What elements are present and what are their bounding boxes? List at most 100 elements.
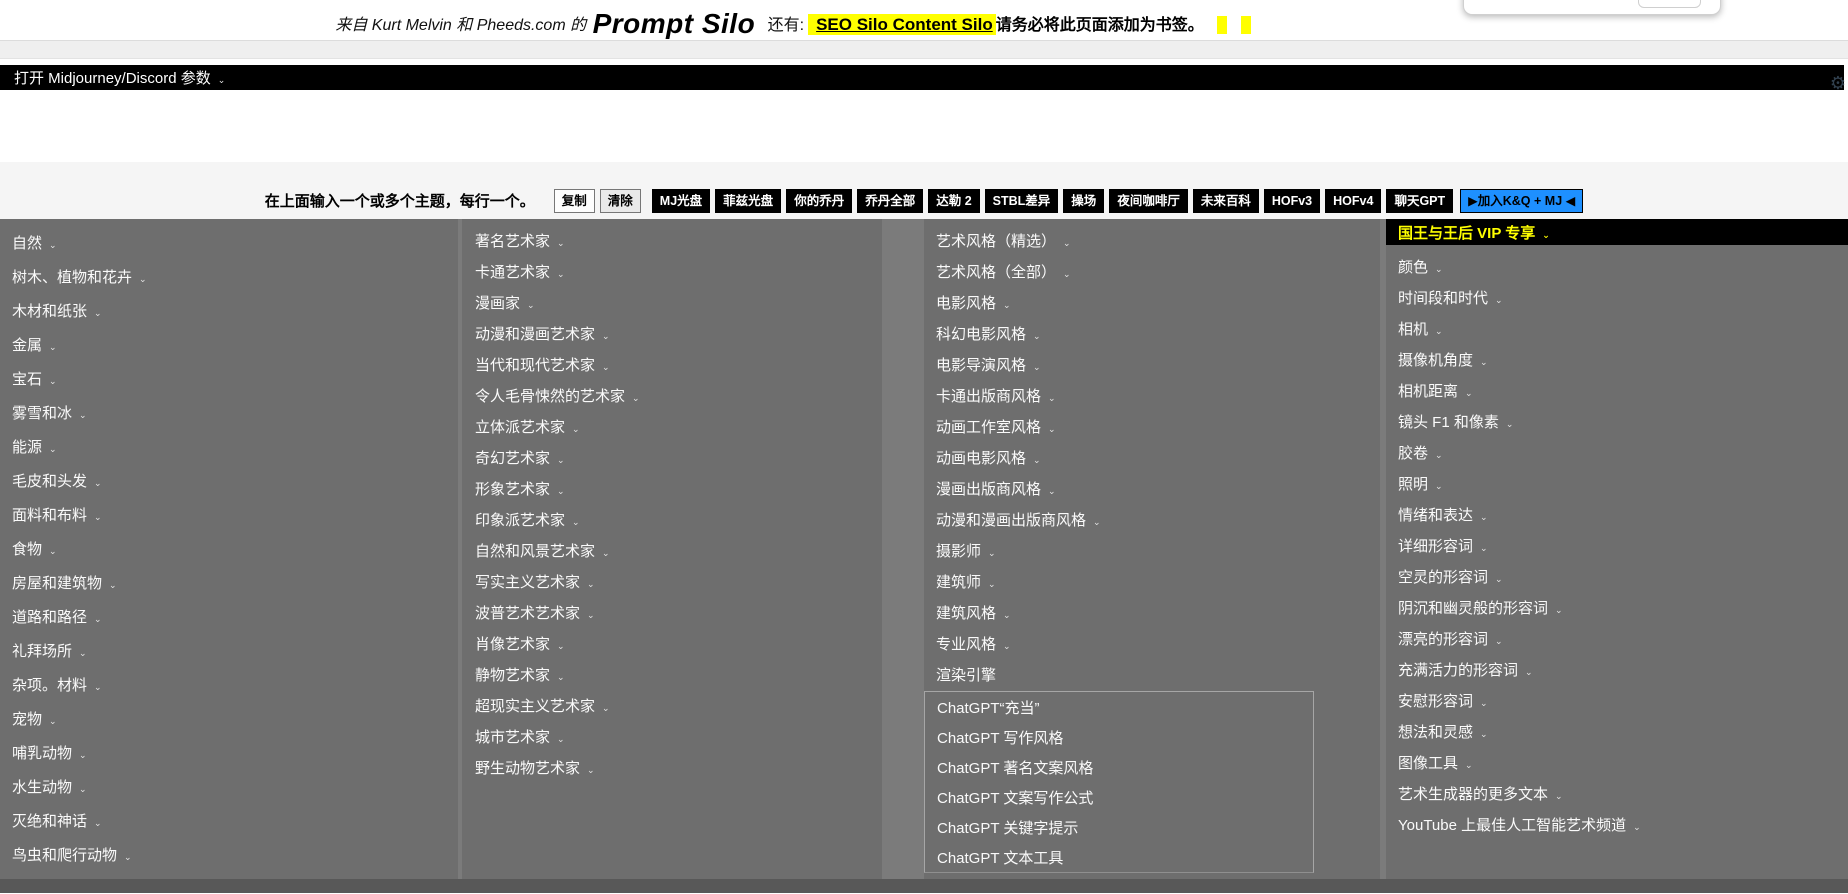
- menu-item[interactable]: 专业风格 ⌄: [924, 628, 1380, 659]
- menu-item[interactable]: 相机 ⌄: [1386, 313, 1848, 344]
- menu-item[interactable]: 城市艺术家 ⌄: [462, 721, 882, 752]
- menu-item[interactable]: 印象派艺术家 ⌄: [462, 504, 882, 535]
- menu-item[interactable]: YouTube 上最佳人工智能艺术频道 ⌄: [1386, 809, 1848, 840]
- menu-item[interactable]: 水生动物 ⌄: [0, 769, 458, 803]
- menu-item[interactable]: 波普艺术艺术家 ⌄: [462, 597, 882, 628]
- menu-item[interactable]: 著名艺术家 ⌄: [462, 225, 882, 256]
- menu-item[interactable]: 动画电影风格 ⌄: [924, 442, 1380, 473]
- toolbar-button[interactable]: 操场: [1063, 189, 1104, 214]
- toolbar-button[interactable]: STBL差异: [985, 189, 1059, 214]
- menu-item[interactable]: 电影导演风格 ⌄: [924, 349, 1380, 380]
- submenu-item[interactable]: ChatGPT“充当”: [925, 692, 1313, 722]
- menu-item[interactable]: 摄影师 ⌄: [924, 535, 1380, 566]
- menu-item[interactable]: 安慰形容词 ⌄: [1386, 685, 1848, 716]
- menu-item[interactable]: 空灵的形容词 ⌄: [1386, 561, 1848, 592]
- menu-item[interactable]: 静物艺术家 ⌄: [462, 659, 882, 690]
- menu-item[interactable]: 自然和风景艺术家 ⌄: [462, 535, 882, 566]
- menu-item[interactable]: 木材和纸张 ⌄: [0, 293, 458, 327]
- menu-item[interactable]: 形象艺术家 ⌄: [462, 473, 882, 504]
- menu-item[interactable]: 想法和灵感 ⌄: [1386, 716, 1848, 747]
- menu-item[interactable]: 道路和路径 ⌄: [0, 599, 458, 633]
- menu-item[interactable]: 镜头 F1 和像素 ⌄: [1386, 406, 1848, 437]
- menu-item[interactable]: 房屋和建筑物 ⌄: [0, 565, 458, 599]
- menu-item[interactable]: 艺术风格（精选） ⌄: [924, 225, 1380, 256]
- menu-item[interactable]: 充满活力的形容词 ⌄: [1386, 654, 1848, 685]
- midjourney-params-dropdown[interactable]: 打开 Midjourney/Discord 参数 ⌄: [0, 65, 1844, 90]
- menu-item[interactable]: 鸟虫和爬行动物 ⌄: [0, 837, 458, 871]
- menu-item[interactable]: 礼拜场所 ⌄: [0, 633, 458, 667]
- menu-item[interactable]: 卡通艺术家 ⌄: [462, 256, 882, 287]
- menu-item[interactable]: 令人毛骨悚然的艺术家 ⌄: [462, 380, 882, 411]
- menu-item[interactable]: 漫画家 ⌄: [462, 287, 882, 318]
- submenu-item[interactable]: ChatGPT 关键字提示: [925, 812, 1313, 842]
- topics-textarea[interactable]: [0, 90, 1848, 162]
- toolbar-button[interactable]: 菲兹光盘: [715, 189, 781, 214]
- menu-item[interactable]: 详细形容词 ⌄: [1386, 530, 1848, 561]
- menu-item[interactable]: 能源 ⌄: [0, 429, 458, 463]
- menu-item[interactable]: 雾雪和冰 ⌄: [0, 395, 458, 429]
- menu-item[interactable]: 颜色 ⌄: [1386, 251, 1848, 282]
- toolbar-button[interactable]: 乔丹全部: [857, 189, 923, 214]
- toolbar-button[interactable]: 达勒 2: [928, 189, 979, 214]
- menu-item[interactable]: 毛皮和头发 ⌄: [0, 463, 458, 497]
- menu-item[interactable]: 动画工作室风格 ⌄: [924, 411, 1380, 442]
- menu-item[interactable]: 建筑师 ⌄: [924, 566, 1380, 597]
- menu-item[interactable]: 胶卷 ⌄: [1386, 437, 1848, 468]
- menu-item[interactable]: 灭绝和神话 ⌄: [0, 803, 458, 837]
- toolbar-button[interactable]: MJ光盘: [652, 189, 710, 214]
- menu-item[interactable]: 食物 ⌄: [0, 531, 458, 565]
- submenu-item[interactable]: ChatGPT 写作风格: [925, 722, 1313, 752]
- menu-item[interactable]: 艺术风格（全部） ⌄: [924, 256, 1380, 287]
- menu-item[interactable]: 立体派艺术家 ⌄: [462, 411, 882, 442]
- menu-item[interactable]: 电影风格 ⌄: [924, 287, 1380, 318]
- toolbar-button[interactable]: HOFv4: [1325, 189, 1381, 214]
- menu-item[interactable]: 野生动物艺术家 ⌄: [462, 752, 882, 783]
- menu-item[interactable]: 卡通出版商风格 ⌄: [924, 380, 1380, 411]
- menu-item[interactable]: 摄像机角度 ⌄: [1386, 344, 1848, 375]
- toolbar-button[interactable]: 聊天GPT: [1386, 189, 1453, 214]
- menu-item[interactable]: 金属 ⌄: [0, 327, 458, 361]
- menu-item[interactable]: 杂项。材料 ⌄: [0, 667, 458, 701]
- toolbar-button[interactable]: 你的乔丹: [786, 189, 852, 214]
- menu-item[interactable]: 肖像艺术家 ⌄: [462, 628, 882, 659]
- menu-item[interactable]: 面料和布料 ⌄: [0, 497, 458, 531]
- join-kq-mj-button[interactable]: ▶加入K&Q + MJ ◀: [1460, 189, 1583, 214]
- menu-item[interactable]: 奇幻艺术家 ⌄: [462, 442, 882, 473]
- seo-silo-link[interactable]: SEO Silo Content Silo: [808, 14, 996, 35]
- submenu-item[interactable]: ChatGPT 著名文案风格: [925, 752, 1313, 782]
- menu-item[interactable]: 树木、植物和花卉 ⌄: [0, 259, 458, 293]
- menu-item[interactable]: 建筑风格 ⌄: [924, 597, 1380, 628]
- menu-item[interactable]: 图像工具 ⌄: [1386, 747, 1848, 778]
- menu-item[interactable]: 艺术生成器的更多文本 ⌄: [1386, 778, 1848, 809]
- menu-item[interactable]: 哺乳动物 ⌄: [0, 735, 458, 769]
- menu-item[interactable]: 渲染引擎 ⌄: [924, 659, 1380, 690]
- menu-item[interactable]: 动漫和漫画艺术家 ⌄: [462, 318, 882, 349]
- toolbar-button[interactable]: HOFv3: [1264, 189, 1320, 214]
- menu-item[interactable]: 动漫和漫画出版商风格 ⌄: [924, 504, 1380, 535]
- toolbar-button[interactable]: 夜间咖啡厅: [1109, 189, 1188, 214]
- menu-item[interactable]: 漫画出版商风格 ⌄: [924, 473, 1380, 504]
- menu-item[interactable]: 漂亮的形容词 ⌄: [1386, 623, 1848, 654]
- menu-item[interactable]: 情绪和表达 ⌄: [1386, 499, 1848, 530]
- menu-item[interactable]: 写实主义艺术家 ⌄: [462, 566, 882, 597]
- menu-item[interactable]: 照明 ⌄: [1386, 468, 1848, 499]
- toolbar-button[interactable]: 未来百科: [1193, 189, 1259, 214]
- menu-item[interactable]: 超现实主义艺术家 ⌄: [462, 690, 882, 721]
- gear-icon[interactable]: ⚙: [1830, 74, 1846, 92]
- menu-item[interactable]: 自然 ⌄: [0, 225, 458, 259]
- menu-item[interactable]: 时间段和时代 ⌄: [1386, 282, 1848, 313]
- menu-item[interactable]: 当代和现代艺术家 ⌄: [462, 349, 882, 380]
- vip-section-header[interactable]: 国王与王后 VIP 专享 ⌄: [1386, 219, 1848, 245]
- popup-button[interactable]: [1638, 0, 1701, 8]
- clear-button[interactable]: 清除: [600, 189, 641, 214]
- menu-item[interactable]: 阴沉和幽灵般的形容词 ⌄: [1386, 592, 1848, 623]
- copy-button[interactable]: 复制: [554, 189, 595, 214]
- menu-item[interactable]: 科幻电影风格 ⌄: [924, 318, 1380, 349]
- topics-input-area: [0, 90, 1848, 162]
- menu-item[interactable]: 宠物 ⌄: [0, 701, 458, 735]
- menu-item-label: YouTube 上最佳人工智能艺术频道: [1398, 814, 1626, 835]
- menu-item[interactable]: 相机距离 ⌄: [1386, 375, 1848, 406]
- submenu-item[interactable]: ChatGPT 文案写作公式: [925, 782, 1313, 812]
- submenu-item[interactable]: ChatGPT 文本工具: [925, 842, 1313, 872]
- menu-item[interactable]: 宝石 ⌄: [0, 361, 458, 395]
